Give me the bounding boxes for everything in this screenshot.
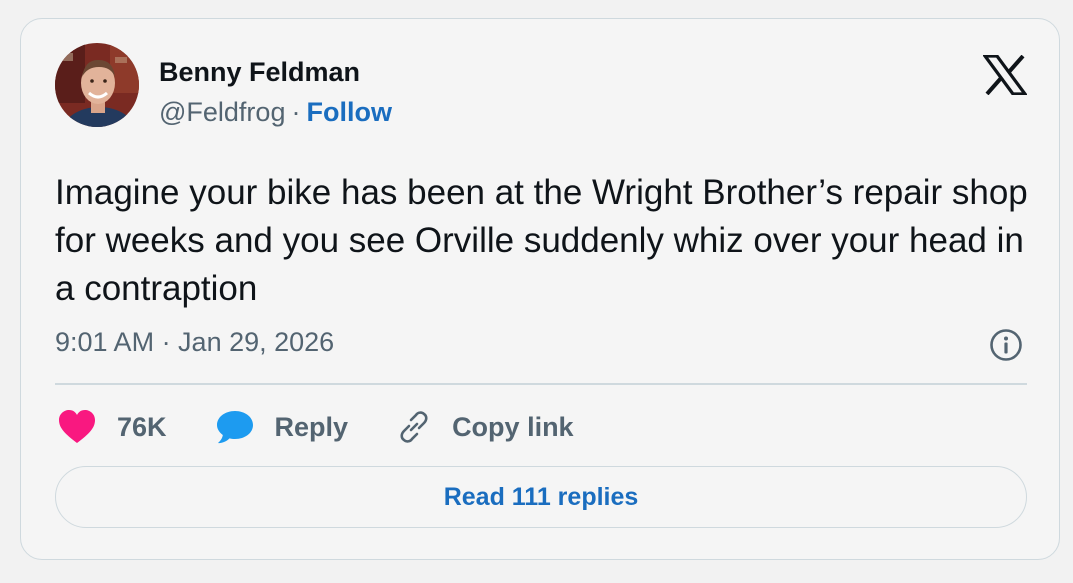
tweet-timestamp[interactable]: 9:01 AM · Jan 29, 2026 bbox=[55, 327, 334, 358]
action-bar: 76K Reply Copy link bbox=[57, 407, 622, 447]
follow-link[interactable]: Follow bbox=[306, 97, 391, 127]
info-icon[interactable] bbox=[989, 328, 1023, 362]
speech-bubble-icon bbox=[216, 411, 253, 444]
x-logo-icon[interactable] bbox=[981, 54, 1029, 96]
author-handle[interactable]: @Feldfrog bbox=[159, 97, 285, 127]
copy-link-button[interactable]: Copy link bbox=[396, 409, 574, 445]
avatar-image bbox=[55, 43, 139, 127]
tweet-card: Benny Feldman @Feldfrog · Follow Imagine y… bbox=[20, 18, 1060, 560]
like-count: 76K bbox=[117, 411, 167, 442]
author-handle-line: @Feldfrog · Follow bbox=[159, 97, 392, 128]
link-icon bbox=[400, 411, 428, 443]
author-name[interactable]: Benny Feldman bbox=[159, 57, 360, 88]
reply-label: Reply bbox=[274, 411, 349, 442]
read-replies-button[interactable]: Read 111 replies bbox=[55, 466, 1027, 528]
tweet-text: Imagine your bike has been at the Wright… bbox=[55, 173, 1028, 308]
handle-separator: · bbox=[291, 97, 301, 127]
copy-link-label: Copy link bbox=[452, 411, 574, 442]
like-button[interactable]: 76K bbox=[57, 409, 167, 445]
divider bbox=[55, 383, 1027, 385]
avatar[interactable] bbox=[55, 43, 139, 127]
reply-button[interactable]: Reply bbox=[215, 409, 349, 445]
heart-icon bbox=[59, 410, 95, 443]
